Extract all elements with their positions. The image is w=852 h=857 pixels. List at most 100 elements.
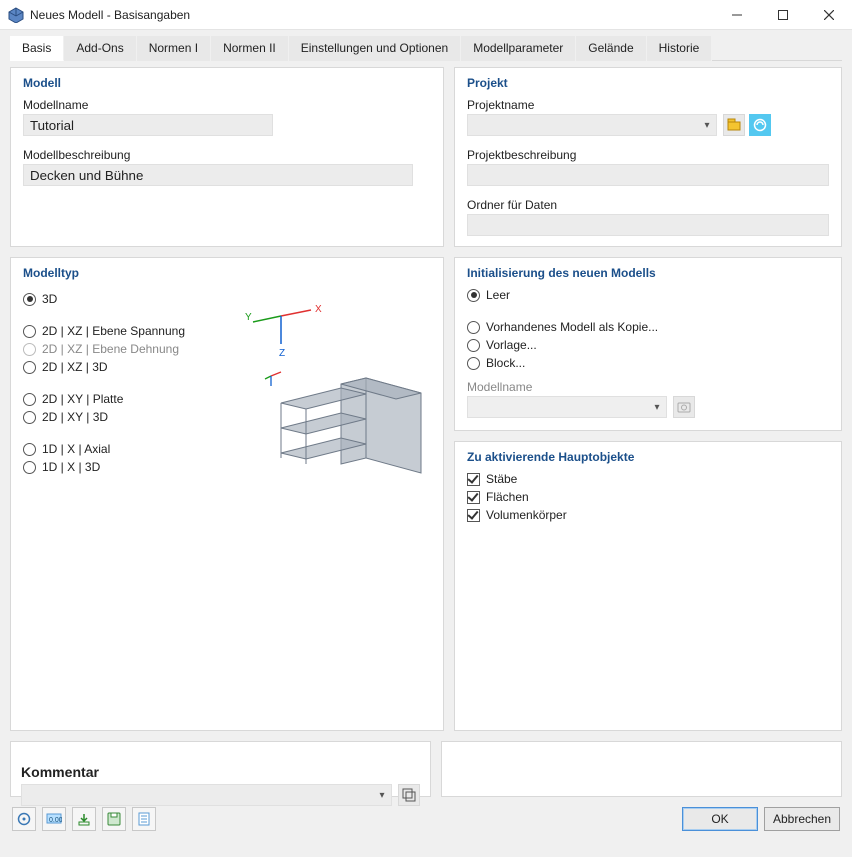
ok-button[interactable]: OK	[682, 807, 758, 831]
radio-2dxy-platte[interactable]: 2D | XY | Platte	[23, 392, 223, 406]
modell-desc-label: Modellbeschreibung	[23, 148, 431, 162]
init-modellname-label: Modellname	[467, 380, 829, 394]
tab-historie[interactable]: Historie	[647, 36, 713, 61]
window-title: Neues Modell - Basisangaben	[30, 8, 190, 22]
init-modellname-browse-button	[673, 396, 695, 418]
projekt-folder-input[interactable]	[467, 214, 829, 236]
checkbox-icon	[467, 491, 480, 504]
projekt-name-dropdown[interactable]: ▾	[467, 114, 717, 136]
tab-gelaende[interactable]: Gelände	[576, 36, 646, 61]
check-flaechen-label: Flächen	[486, 490, 529, 504]
report-icon	[137, 812, 151, 826]
app-icon	[8, 7, 24, 23]
radio-init-vorlage[interactable]: Vorlage...	[467, 338, 829, 352]
window-close-button[interactable]	[806, 0, 852, 30]
save-template-icon	[107, 812, 121, 826]
panel-kommentar-heading: Kommentar	[21, 764, 420, 780]
projekt-desc-label: Projektbeschreibung	[467, 148, 829, 162]
tab-addons[interactable]: Add-Ons	[64, 36, 136, 61]
import-icon	[77, 812, 91, 826]
chevron-down-icon: ▾	[698, 120, 716, 131]
radio-3d[interactable]: 3D	[23, 292, 223, 306]
panel-modelltyp: Modelltyp 3D 2D | XZ | Ebene Spannung 2D…	[10, 257, 444, 731]
radio-1dx-3d[interactable]: 1D | X | 3D	[23, 460, 223, 474]
check-staebe[interactable]: Stäbe	[467, 472, 829, 486]
tab-einstellungen[interactable]: Einstellungen und Optionen	[289, 36, 461, 61]
projekt-folder-label: Ordner für Daten	[467, 198, 829, 212]
radio-2dxz-spannung[interactable]: 2D | XZ | Ebene Spannung	[23, 324, 223, 338]
window-minimize-button[interactable]	[714, 0, 760, 30]
radio-2dxz-dehnung-label: 2D | XZ | Ebene Dehnung	[42, 342, 179, 356]
footer-tool-save-template-button[interactable]	[102, 807, 126, 831]
radio-2dxz-dehnung: 2D | XZ | Ebene Dehnung	[23, 342, 223, 356]
radio-dot-icon	[23, 411, 36, 424]
footer-tool-import-button[interactable]	[72, 807, 96, 831]
radio-dot-icon	[467, 357, 480, 370]
check-volumen[interactable]: Volumenkörper	[467, 508, 829, 522]
projekt-desc-input[interactable]	[467, 164, 829, 186]
ok-button-label: OK	[711, 812, 728, 826]
units-icon: 0.00	[46, 812, 62, 826]
panel-modelltyp-heading: Modelltyp	[23, 266, 431, 280]
radio-2dxz-3d-label: 2D | XZ | 3D	[42, 360, 108, 374]
radio-2dxy-platte-label: 2D | XY | Platte	[42, 392, 123, 406]
panel-init-heading: Initialisierung des neuen Modells	[467, 266, 829, 280]
radio-dot-icon	[23, 443, 36, 456]
check-flaechen[interactable]: Flächen	[467, 490, 829, 504]
window-maximize-button[interactable]	[760, 0, 806, 30]
check-staebe-label: Stäbe	[486, 472, 517, 486]
check-volumen-label: Volumenkörper	[486, 508, 567, 522]
modelltyp-preview: X Y Z	[241, 288, 431, 498]
svg-text:Y: Y	[245, 312, 252, 323]
radio-init-vorlage-label: Vorlage...	[486, 338, 537, 352]
browse-icon	[677, 400, 691, 414]
checkbox-icon	[467, 473, 480, 486]
modell-desc-input[interactable]	[23, 164, 413, 186]
radio-init-block[interactable]: Block...	[467, 356, 829, 370]
kommentar-library-button[interactable]	[398, 784, 420, 806]
tab-basis[interactable]: Basis	[10, 36, 64, 61]
modell-name-input[interactable]	[23, 114, 273, 136]
svg-text:X: X	[315, 304, 322, 315]
radio-2dxz-spannung-label: 2D | XZ | Ebene Spannung	[42, 324, 185, 338]
svg-text:Z: Z	[279, 348, 285, 359]
checkbox-icon	[467, 509, 480, 522]
radio-init-leer[interactable]: Leer	[467, 288, 829, 302]
tab-normen1[interactable]: Normen I	[137, 36, 211, 61]
radio-2dxy-3d[interactable]: 2D | XY | 3D	[23, 410, 223, 424]
radio-dot-icon	[467, 289, 480, 302]
tab-modellparameter[interactable]: Modellparameter	[461, 36, 576, 61]
radio-init-leer-label: Leer	[486, 288, 510, 302]
tab-bar: Basis Add-Ons Normen I Normen II Einstel…	[10, 36, 842, 61]
radio-2dxz-3d[interactable]: 2D | XZ | 3D	[23, 360, 223, 374]
radio-dot-icon	[23, 343, 36, 356]
radio-3d-label: 3D	[42, 292, 57, 306]
radio-1dx-axial[interactable]: 1D | X | Axial	[23, 442, 223, 456]
modell-name-label: Modellname	[23, 98, 431, 112]
close-icon	[824, 10, 834, 20]
radio-init-kopie[interactable]: Vorhandenes Modell als Kopie...	[467, 320, 829, 334]
radio-1dx-3d-label: 1D | X | 3D	[42, 460, 100, 474]
footer-tool-report-button[interactable]	[132, 807, 156, 831]
chevron-down-icon: ▾	[373, 790, 391, 801]
footer-tool-units-button[interactable]: 0.00	[42, 807, 66, 831]
radio-init-block-label: Block...	[486, 356, 525, 370]
projekt-cloud-button[interactable]	[749, 114, 771, 136]
project-cloud-icon	[753, 118, 767, 132]
cancel-button[interactable]: Abbrechen	[764, 807, 840, 831]
tab-normen2[interactable]: Normen II	[211, 36, 289, 61]
footer-tool-help-button[interactable]	[12, 807, 36, 831]
panel-kommentar: Kommentar ▾	[10, 741, 431, 797]
radio-dot-icon	[23, 361, 36, 374]
projekt-name-label: Projektname	[467, 98, 829, 112]
chevron-down-icon: ▾	[648, 402, 666, 413]
kommentar-dropdown[interactable]: ▾	[21, 784, 392, 806]
panel-init: Initialisierung des neuen Modells Leer V…	[454, 257, 842, 431]
svg-text:0.00: 0.00	[49, 817, 62, 824]
radio-dot-icon	[23, 461, 36, 474]
panel-hauptobjekte: Zu aktivierende Hauptobjekte Stäbe Fläch…	[454, 441, 842, 731]
modelltyp-3d-preview-icon: X Y Z	[241, 298, 431, 498]
projekt-manager-button[interactable]	[723, 114, 745, 136]
project-manager-icon	[727, 118, 741, 132]
init-modellname-dropdown: ▾	[467, 396, 667, 418]
